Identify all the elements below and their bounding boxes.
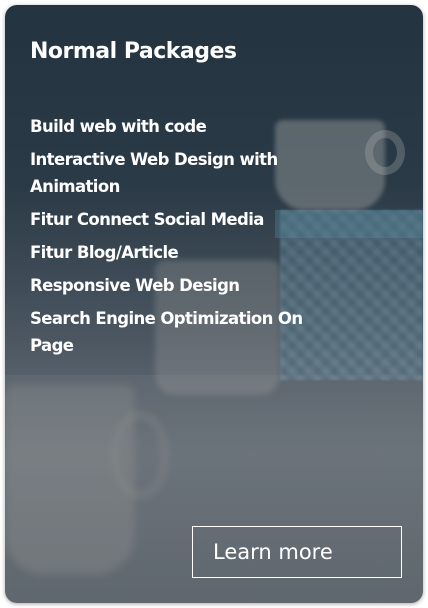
package-card: Normal Packages Build web with code Inte… bbox=[5, 5, 423, 603]
package-title: Normal Packages bbox=[30, 39, 237, 64]
feature-item: Fitur Connect Social Media bbox=[30, 210, 264, 229]
card-content: Normal Packages Build web with code Inte… bbox=[5, 5, 423, 603]
feature-item: Responsive Web Design bbox=[30, 276, 240, 295]
feature-item: Build web with code bbox=[30, 117, 207, 136]
feature-list: Build web with code Interactive Web Desi… bbox=[30, 113, 320, 365]
feature-item: Interactive Web Design with Animation bbox=[30, 150, 278, 196]
feature-item: Search Engine Optimization On Page bbox=[30, 309, 303, 355]
learn-more-button[interactable]: Learn more bbox=[192, 526, 402, 578]
feature-item: Fitur Blog/Article bbox=[30, 243, 179, 262]
